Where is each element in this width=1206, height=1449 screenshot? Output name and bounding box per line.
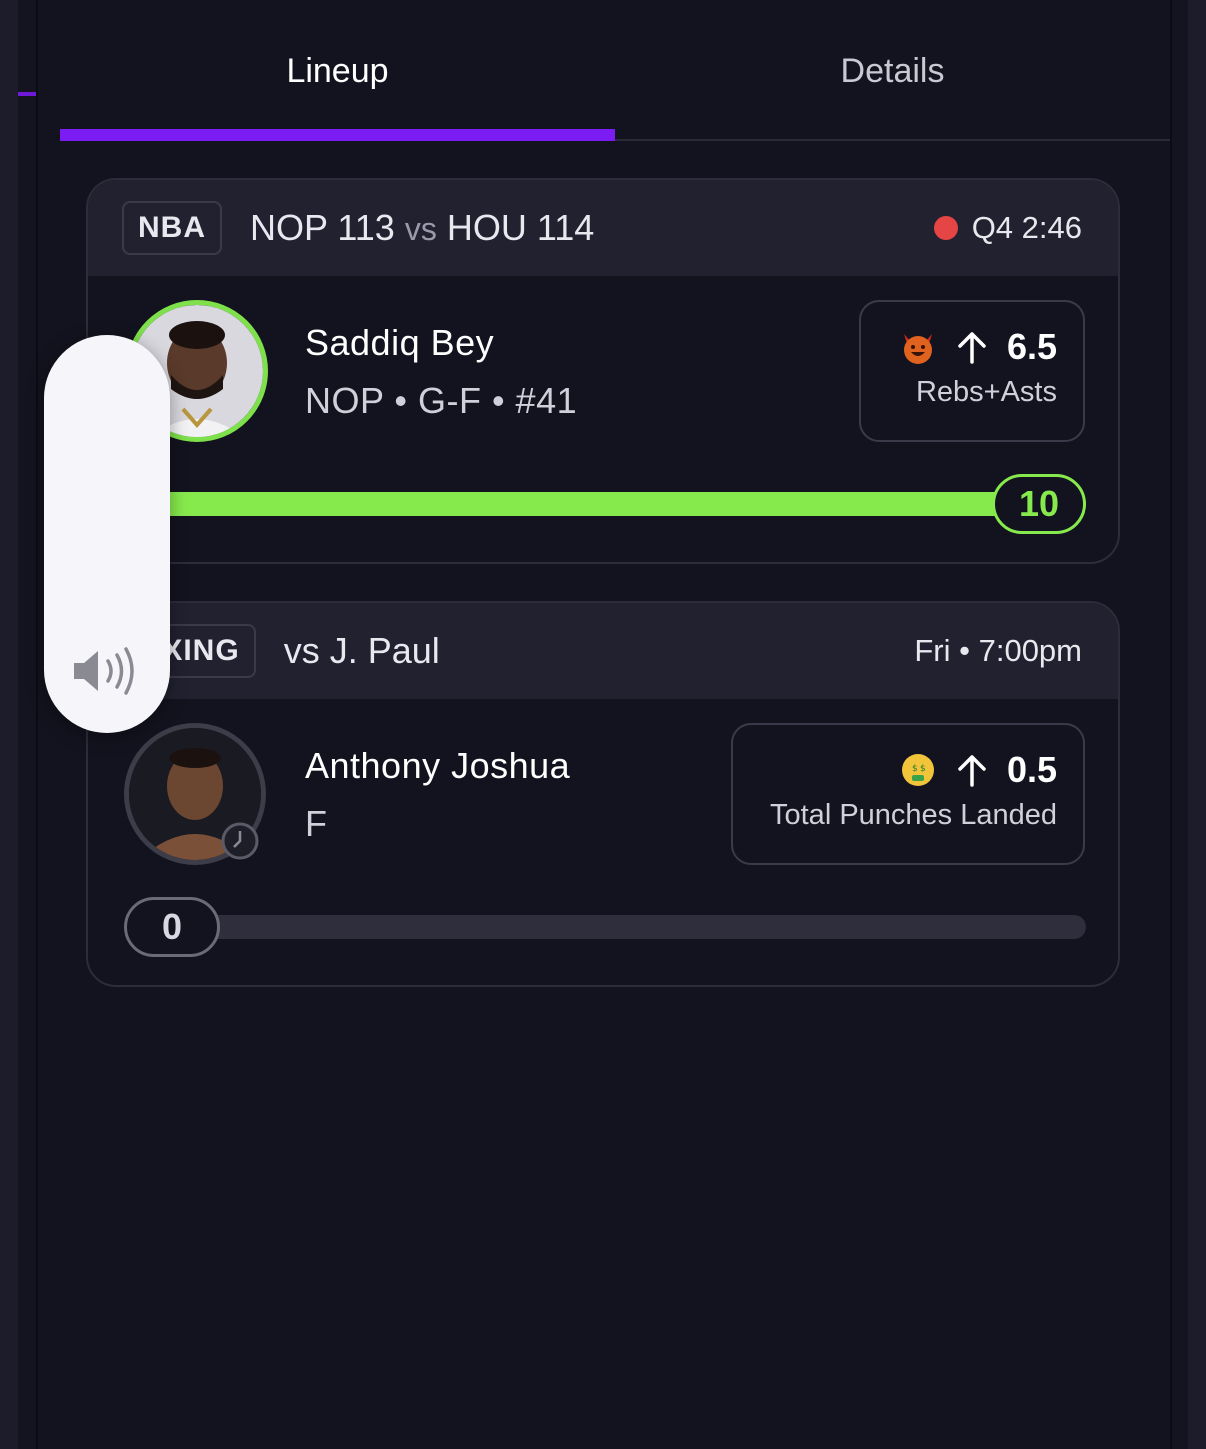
speaker-volume-icon bbox=[74, 647, 134, 695]
prop-stat-type: Total Punches Landed bbox=[770, 799, 1057, 831]
right-edge-stripe bbox=[1188, 0, 1206, 1449]
vs-label: vs bbox=[404, 211, 437, 247]
matchup: vs J. Paul bbox=[283, 630, 440, 671]
active-tab-indicator bbox=[60, 129, 615, 141]
tab-details-label: Details bbox=[840, 52, 945, 90]
tab-lineup-label: Lineup bbox=[286, 52, 389, 90]
league-badge: NBA bbox=[122, 201, 222, 255]
money-mouth-face-icon: $ $ bbox=[901, 754, 934, 786]
card-header: OXING vs J. Paul Fri • 7:00pm bbox=[88, 603, 1118, 699]
svg-text:$: $ bbox=[920, 764, 926, 774]
arrow-up-icon bbox=[958, 332, 986, 364]
game-status: Fri • 7:00pm bbox=[914, 633, 1082, 669]
prop-box[interactable]: $ $ 0.5 Total Punches Landed bbox=[731, 723, 1085, 865]
tab-lineup[interactable]: Lineup bbox=[60, 0, 615, 141]
player-details: NOP • G-F • #41 bbox=[305, 380, 578, 421]
clock-icon bbox=[221, 822, 259, 860]
left-edge bbox=[0, 0, 38, 1449]
progress-value-pill: 10 bbox=[992, 474, 1086, 534]
volume-hud[interactable] bbox=[44, 335, 170, 733]
score1: 113 bbox=[337, 207, 395, 248]
prop-line-row: $ $ 0.5 bbox=[899, 749, 1057, 791]
game-status: Q4 2:46 bbox=[933, 210, 1082, 246]
svg-text:$: $ bbox=[912, 764, 918, 774]
arrow-up-icon bbox=[958, 755, 986, 787]
game-time: Fri • 7:00pm bbox=[914, 633, 1082, 668]
pick-card[interactable]: NBA NOP 113 vs HOU 114 Q4 2:46 Saddiq Be… bbox=[86, 178, 1120, 564]
player-name: Saddiq Bey bbox=[305, 322, 495, 363]
prop-line-row: 6.5 bbox=[899, 326, 1057, 368]
prop-line-value: 6.5 bbox=[1006, 326, 1057, 367]
team2: HOU bbox=[446, 207, 527, 248]
team1: NOP bbox=[250, 207, 328, 248]
lineup-panel: Lineup Details NBA NOP 113 vs HOU 114 Q4… bbox=[38, 0, 1170, 1449]
matchup: NOP 113 vs HOU 114 bbox=[250, 207, 594, 249]
progress-value: 10 bbox=[1018, 483, 1060, 524]
progress-track bbox=[126, 915, 1086, 939]
left-edge-stripe bbox=[0, 0, 18, 1449]
tab-details[interactable]: Details bbox=[615, 0, 1170, 139]
progress-track bbox=[126, 492, 1086, 516]
score2: 114 bbox=[536, 207, 595, 248]
live-dot-icon bbox=[933, 216, 958, 240]
player-name: Anthony Joshua bbox=[305, 745, 571, 786]
left-edge-accent bbox=[18, 92, 36, 96]
prop-box[interactable]: 6.5 Rebs+Asts bbox=[859, 300, 1085, 442]
game-clock: Q4 2:46 bbox=[971, 210, 1082, 245]
progress-value: 0 bbox=[161, 906, 183, 947]
prop-line-value: 0.5 bbox=[1006, 749, 1057, 790]
progress-fill bbox=[126, 492, 1086, 516]
progress-value-pill: 0 bbox=[124, 897, 220, 957]
player-details: F bbox=[305, 803, 328, 844]
pick-card[interactable]: OXING vs J. Paul Fri • 7:00pm Anthony Jo… bbox=[86, 601, 1120, 987]
card-header: NBA NOP 113 vs HOU 114 Q4 2:46 bbox=[88, 180, 1118, 276]
right-edge bbox=[1170, 0, 1206, 1449]
tab-bar: Lineup Details bbox=[60, 0, 1170, 141]
prop-stat-type: Rebs+Asts bbox=[915, 376, 1057, 408]
devil-face-icon bbox=[903, 334, 932, 364]
